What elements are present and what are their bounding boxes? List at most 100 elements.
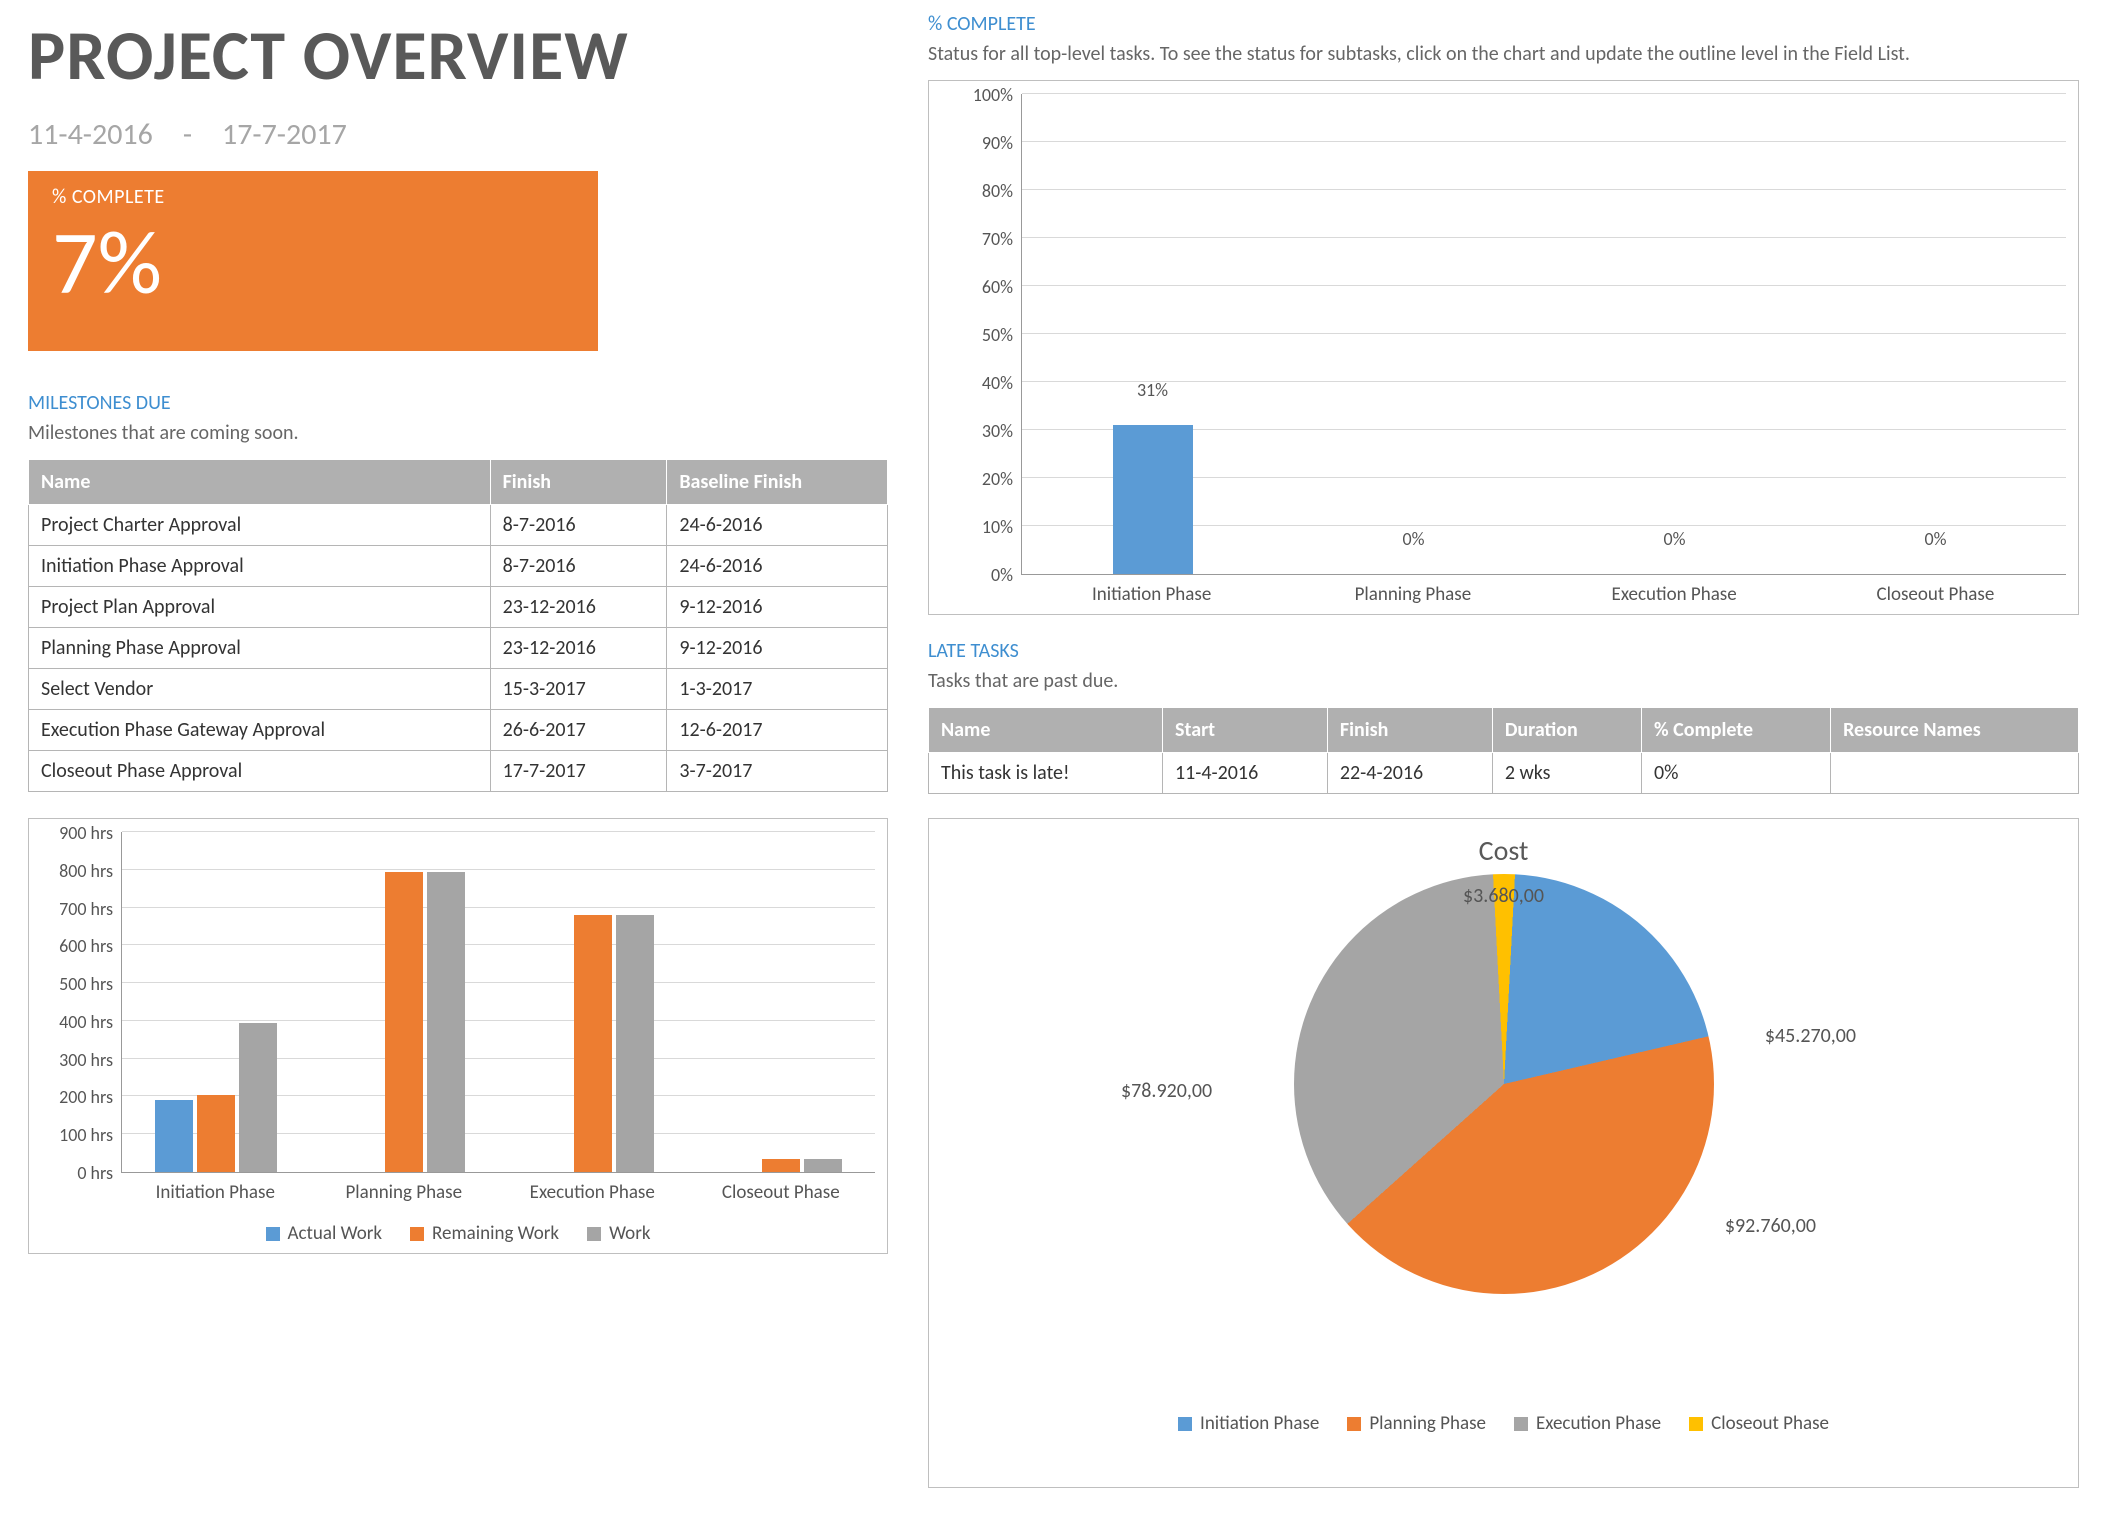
date-sep: - — [183, 116, 192, 153]
percent-complete-tile: % COMPLETE 7% — [28, 171, 598, 351]
table-header: Resource Names — [1831, 708, 2079, 753]
table-header: Start — [1163, 708, 1328, 753]
table-row[interactable]: Project Charter Approval8-7-201624-6-201… — [29, 505, 888, 546]
bar — [427, 872, 465, 1172]
bar — [804, 1159, 842, 1172]
legend-item: Work — [587, 1222, 650, 1245]
data-label: 0% — [1805, 528, 2066, 550]
table-cell: Project Plan Approval — [29, 587, 491, 628]
late-tasks-sub: Tasks that are past due. — [928, 667, 2079, 695]
table-header: Name — [29, 460, 491, 505]
table-row[interactable]: Planning Phase Approval23-12-20169-12-20… — [29, 628, 888, 669]
table-cell: 9-12-2016 — [667, 587, 888, 628]
bar — [197, 1095, 235, 1172]
data-label: 0% — [1544, 528, 1805, 550]
bar — [762, 1159, 800, 1172]
table-cell: 12-6-2017 — [667, 710, 888, 751]
legend-label: Remaining Work — [432, 1222, 559, 1245]
pct-complete-chart-sub: Status for all top-level tasks. To see t… — [928, 40, 2079, 68]
table-cell — [1831, 753, 2079, 794]
table-row[interactable]: Execution Phase Gateway Approval26-6-201… — [29, 710, 888, 751]
bar — [616, 915, 654, 1172]
bar — [1113, 425, 1193, 574]
table-cell: 8-7-2016 — [490, 546, 667, 587]
work-legend: Actual Work Remaining Work Work — [41, 1222, 875, 1245]
table-cell: 23-12-2016 — [490, 587, 667, 628]
cost-legend: Initiation Phase Planning Phase Execution … — [1178, 1412, 1829, 1435]
table-cell: 1-3-2017 — [667, 669, 888, 710]
cost-label-execution: $78.920,00 — [1121, 1079, 1212, 1103]
legend-label: Work — [609, 1222, 650, 1245]
data-label: 31% — [1022, 379, 1283, 401]
legend-item: Remaining Work — [410, 1222, 559, 1245]
cost-label-closeout: $3.680,00 — [1463, 884, 1544, 908]
table-cell: 17-7-2017 — [490, 751, 667, 792]
x-axis-label: Initiation Phase — [121, 1181, 310, 1204]
x-axis-label: Planning Phase — [1282, 583, 1543, 606]
table-cell: 11-4-2016 — [1163, 753, 1328, 794]
table-header: % Complete — [1642, 708, 1831, 753]
table-cell: 23-12-2016 — [490, 628, 667, 669]
cost-chart[interactable]: Cost $3.680,00 $45.270,00 $92.760,00 $78… — [928, 818, 2079, 1488]
legend-swatch — [1514, 1417, 1528, 1431]
table-header: Finish — [490, 460, 667, 505]
table-header: Baseline Finish — [667, 460, 888, 505]
late-tasks-table[interactable]: NameStartFinishDuration% CompleteResourc… — [928, 707, 2079, 794]
x-axis-label: Closeout Phase — [687, 1181, 876, 1204]
table-row[interactable]: Select Vendor15-3-20171-3-2017 — [29, 669, 888, 710]
x-axis-label: Execution Phase — [1544, 583, 1805, 606]
page-title: PROJECT OVERVIEW — [28, 12, 888, 98]
table-cell: This task is late! — [929, 753, 1163, 794]
cost-chart-title: Cost — [1479, 833, 1529, 868]
date-end: 17-7-2017 — [222, 116, 347, 153]
legend-swatch — [1689, 1417, 1703, 1431]
table-cell: Select Vendor — [29, 669, 491, 710]
milestones-sub: Milestones that are coming soon. — [28, 419, 888, 447]
table-row[interactable]: Initiation Phase Approval8-7-201624-6-20… — [29, 546, 888, 587]
table-cell: 24-6-2016 — [667, 546, 888, 587]
table-row[interactable]: Project Plan Approval23-12-20169-12-2016 — [29, 587, 888, 628]
legend-swatch — [1178, 1417, 1192, 1431]
table-header: Finish — [1327, 708, 1492, 753]
data-label: 0% — [1283, 528, 1544, 550]
legend-item: Execution Phase — [1514, 1412, 1661, 1435]
table-cell: Execution Phase Gateway Approval — [29, 710, 491, 751]
table-row[interactable]: This task is late!11-4-201622-4-20162 wk… — [929, 753, 2079, 794]
legend-label: Initiation Phase — [1200, 1412, 1319, 1435]
legend-item: Actual Work — [266, 1222, 383, 1245]
date-range: 11-4-2016 - 17-7-2017 — [28, 116, 888, 153]
cost-label-initiation: $45.270,00 — [1765, 1024, 1856, 1048]
table-cell: 9-12-2016 — [667, 628, 888, 669]
table-cell: 26-6-2017 — [490, 710, 667, 751]
table-row[interactable]: Closeout Phase Approval17-7-20173-7-2017 — [29, 751, 888, 792]
table-cell: 15-3-2017 — [490, 669, 667, 710]
table-header: Duration — [1492, 708, 1641, 753]
milestones-title: MILESTONES DUE — [28, 391, 888, 415]
cost-label-planning: $92.760,00 — [1725, 1214, 1816, 1238]
late-tasks-title: LATE TASKS — [928, 639, 2079, 663]
legend-swatch — [266, 1227, 280, 1241]
table-cell: 8-7-2016 — [490, 505, 667, 546]
milestones-table[interactable]: NameFinishBaseline Finish Project Charte… — [28, 459, 888, 792]
cost-pie — [1294, 874, 1714, 1294]
table-cell: Closeout Phase Approval — [29, 751, 491, 792]
legend-swatch — [587, 1227, 601, 1241]
table-cell: Project Charter Approval — [29, 505, 491, 546]
legend-swatch — [1347, 1417, 1361, 1431]
table-cell: 3-7-2017 — [667, 751, 888, 792]
table-cell: 24-6-2016 — [667, 505, 888, 546]
bar — [155, 1100, 193, 1172]
percent-complete-value: 7% — [52, 209, 574, 317]
legend-label: Planning Phase — [1369, 1412, 1486, 1435]
table-cell: Planning Phase Approval — [29, 628, 491, 669]
pct-complete-chart[interactable]: 0%10%20%30%40%50%60%70%80%90%100% 31%0%0… — [928, 80, 2079, 615]
legend-label: Execution Phase — [1536, 1412, 1661, 1435]
work-chart[interactable]: 0 hrs100 hrs200 hrs300 hrs400 hrs500 hrs… — [28, 818, 888, 1254]
bar — [385, 872, 423, 1172]
legend-swatch — [410, 1227, 424, 1241]
legend-label: Actual Work — [288, 1222, 383, 1245]
legend-label: Closeout Phase — [1711, 1412, 1829, 1435]
bar — [239, 1023, 277, 1172]
x-axis-label: Planning Phase — [310, 1181, 499, 1204]
table-header: Name — [929, 708, 1163, 753]
